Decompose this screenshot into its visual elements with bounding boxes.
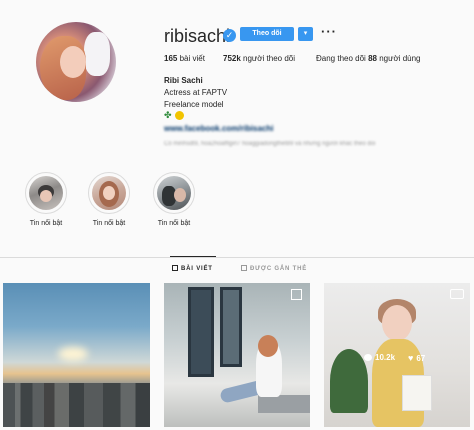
following-prefix: Đang theo dõi xyxy=(316,54,366,63)
bio-line-1: Actress at FAPTV xyxy=(164,88,228,97)
follow-button[interactable]: Theo dõi xyxy=(240,27,294,41)
heart-icon: ♥ xyxy=(408,353,414,363)
profile-avatar[interactable] xyxy=(36,22,116,102)
stone-bench xyxy=(258,395,310,413)
highlight-label: Tin nổi bật xyxy=(29,220,63,227)
shopping-bag xyxy=(402,375,432,411)
avatar-window xyxy=(84,32,110,76)
highlight-avatar xyxy=(92,176,126,210)
following-stat[interactable]: Đang theo dõi 88 người dùng xyxy=(316,54,421,63)
post-thumbnail[interactable] xyxy=(164,283,310,427)
followed-by-text[interactable]: Có minhsdt9, hoa2hoafflgirl7 hoaggiadong… xyxy=(164,141,375,147)
story-highlight[interactable]: Tin nổi bật xyxy=(152,172,196,227)
comment-icon xyxy=(364,354,372,361)
verified-badge-icon: ✓ xyxy=(223,29,236,42)
highlight-ring xyxy=(88,172,130,214)
followers-stat[interactable]: 752k người theo dõi xyxy=(223,54,295,63)
tag-icon xyxy=(241,265,247,271)
tab-tagged[interactable]: ĐƯỢC GẮN THẺ xyxy=(241,265,307,272)
highlight-ring xyxy=(153,172,195,214)
story-highlight[interactable]: Tin nổi bật xyxy=(87,172,131,227)
bio-line-2: Freelance model xyxy=(164,100,224,109)
potted-plant xyxy=(330,349,368,413)
comment-count: 10.2k xyxy=(364,353,395,362)
profile-username: ribisachi xyxy=(164,26,231,46)
bio-website-link[interactable]: www.facebook.com/ribisachi xyxy=(164,124,274,133)
girl-hair xyxy=(258,335,278,357)
more-options-icon[interactable]: ··· xyxy=(321,24,337,39)
tab-posts[interactable]: BÀI VIẾT xyxy=(172,265,213,272)
girl-face xyxy=(382,305,412,341)
four-leaf-clover-icon: ✤ xyxy=(164,110,172,120)
sun-glow xyxy=(58,347,88,361)
highlight-avatar xyxy=(29,176,63,210)
bio-full-name: Ribi Sachi xyxy=(164,76,203,85)
highlight-ring xyxy=(25,172,67,214)
highlight-label: Tin nổi bật xyxy=(157,220,191,227)
glass-door xyxy=(188,287,214,377)
video-icon xyxy=(450,289,464,299)
comment-count-value: 10.2k xyxy=(375,353,396,362)
following-label: người dùng xyxy=(379,54,421,63)
active-tab-indicator xyxy=(170,256,216,257)
like-count-value: 67 xyxy=(416,354,426,363)
story-highlight[interactable]: Tin nổi bật xyxy=(24,172,68,227)
post-thumbnail[interactable]: 10.2k ♥ 67 xyxy=(324,283,470,427)
tabs-divider xyxy=(0,257,474,258)
city-skyline xyxy=(3,383,150,427)
following-count: 88 xyxy=(368,54,377,63)
highlight-label: Tin nổi bật xyxy=(92,220,126,227)
sun-icon xyxy=(175,111,184,120)
posts-count: 165 xyxy=(164,54,178,63)
tab-posts-label: BÀI VIẾT xyxy=(181,266,213,272)
grid-icon xyxy=(172,265,178,271)
like-count: ♥ 67 xyxy=(408,353,425,363)
suggestions-dropdown-button[interactable]: ▾ xyxy=(298,27,313,41)
followers-count: 752k xyxy=(223,54,241,63)
posts-stat: 165 bài viết xyxy=(164,54,205,63)
glass-door xyxy=(220,287,242,367)
highlight-avatar xyxy=(157,176,191,210)
post-thumbnail[interactable] xyxy=(3,283,150,427)
posts-label: bài viết xyxy=(179,54,205,63)
tab-tagged-label: ĐƯỢC GẮN THẺ xyxy=(250,266,308,272)
avatar-face xyxy=(60,46,86,78)
carousel-icon xyxy=(291,289,302,300)
followers-label: người theo dõi xyxy=(243,54,295,63)
